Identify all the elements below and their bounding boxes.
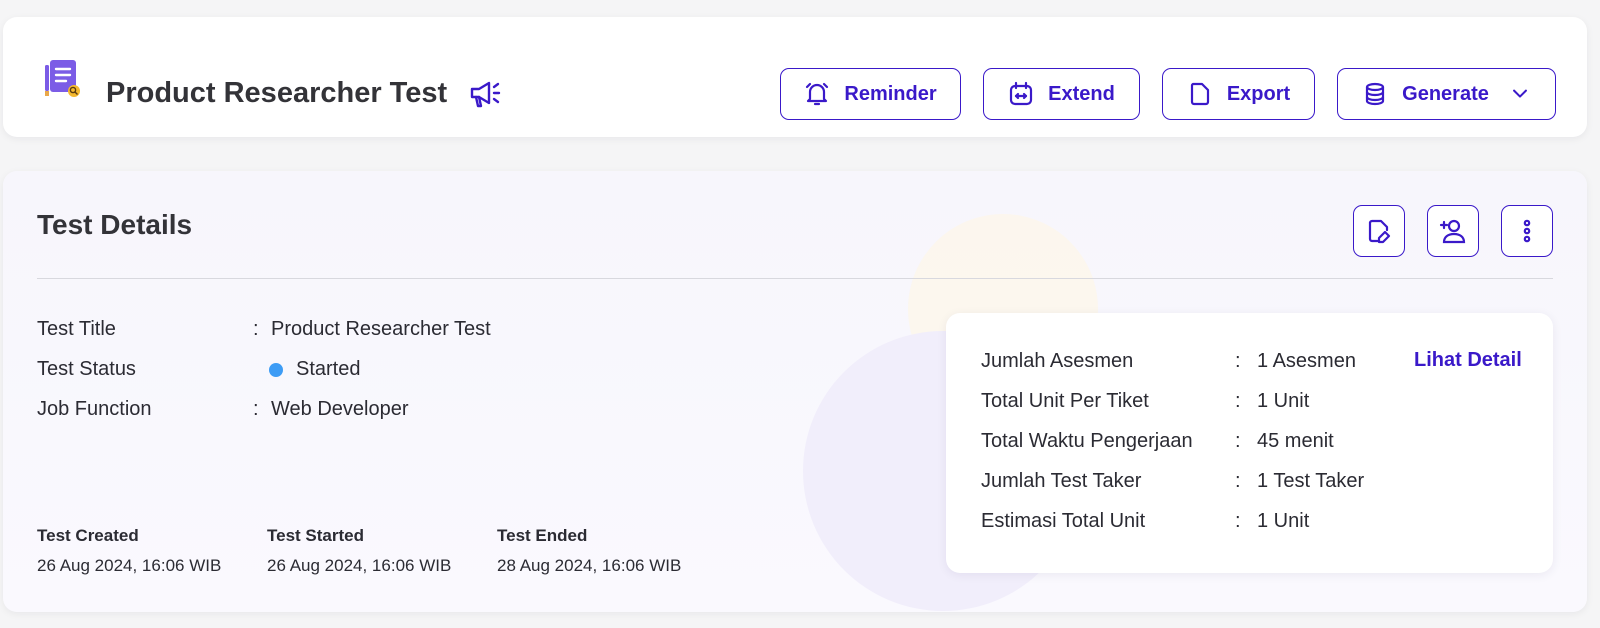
summary-label: Jumlah Test Taker — [981, 470, 1142, 492]
date-test-started: Test Started 26 Aug 2024, 16:06 WIB — [267, 526, 451, 576]
field-label: Test Status — [37, 358, 136, 380]
date-label: Test Created — [37, 526, 139, 545]
date-value: 26 Aug 2024, 16:06 WIB — [267, 556, 452, 575]
date-value: 26 Aug 2024, 16:06 WIB — [37, 556, 222, 575]
add-person-icon — [1439, 219, 1466, 244]
edit-document-icon — [1368, 219, 1391, 244]
calendar-icon — [1010, 81, 1033, 106]
summary-label: Total Waktu Pengerjaan — [981, 430, 1193, 452]
summary-colon: : — [1235, 510, 1241, 532]
summary-label: Estimasi Total Unit — [981, 510, 1146, 532]
summary-value: 1 Asesmen — [1257, 350, 1356, 372]
summary-colon: : — [1235, 470, 1241, 492]
reminder-label: Reminder — [844, 82, 937, 105]
summary-colon: : — [1235, 350, 1241, 372]
field-value: Web Developer — [271, 398, 409, 420]
export-button[interactable]: Export — [1162, 68, 1315, 120]
section-divider — [37, 278, 1553, 279]
summary-label: Total Unit Per Tiket — [981, 390, 1149, 412]
status-indicator — [269, 363, 283, 377]
megaphone-icon[interactable] — [469, 79, 501, 109]
date-label: Test Started — [267, 526, 364, 545]
field-value: Product Researcher Test — [271, 318, 491, 340]
summary-value: 1 Unit — [1257, 390, 1310, 412]
database-icon — [1366, 82, 1385, 106]
date-label: Test Ended — [497, 526, 588, 545]
section-title: Test Details — [37, 209, 193, 240]
document-icon — [45, 60, 80, 97]
summary-value: 1 Test Taker — [1257, 470, 1365, 492]
more-options-button[interactable] — [1501, 205, 1553, 257]
chevron-down-icon — [1512, 89, 1527, 98]
extend-button[interactable]: Extend — [983, 68, 1140, 120]
field-label: Job Function — [37, 398, 152, 420]
field-colon: : — [253, 398, 259, 420]
status-badge: Started — [296, 358, 361, 380]
extend-label: Extend — [1048, 82, 1115, 105]
summary-panel: Jumlah Asesmen : 1 Asesmen Lihat Detail … — [946, 313, 1553, 573]
more-vertical-icon — [1523, 219, 1531, 243]
add-test-taker-button[interactable] — [1427, 205, 1479, 257]
generate-label: Generate — [1402, 82, 1489, 105]
test-details-card: Test Details Test Title : Product Resear… — [3, 171, 1587, 612]
export-label: Export — [1226, 82, 1291, 105]
bell-icon — [806, 82, 829, 106]
view-detail-link[interactable]: Lihat Detail — [1414, 349, 1522, 372]
field-colon: : — [253, 318, 259, 340]
summary-label: Jumlah Asesmen — [981, 350, 1134, 372]
date-test-created: Test Created 26 Aug 2024, 16:06 WIB — [37, 526, 221, 576]
field-label: Test Title — [37, 318, 116, 340]
date-test-ended: Test Ended 28 Aug 2024, 16:06 WIB — [497, 526, 681, 576]
summary-colon: : — [1235, 390, 1241, 412]
edit-button[interactable] — [1353, 205, 1405, 257]
summary-value: 1 Unit — [1257, 510, 1310, 532]
reminder-button[interactable]: Reminder — [780, 68, 961, 120]
summary-value: 45 menit — [1257, 430, 1334, 452]
page-title: Product Researcher Test — [106, 77, 448, 109]
date-value: 28 Aug 2024, 16:06 WIB — [497, 556, 682, 575]
file-icon — [1190, 82, 1209, 106]
summary-colon: : — [1235, 430, 1241, 452]
generate-button[interactable]: Generate — [1337, 68, 1556, 120]
header-card: Product Researcher Test Reminder Extend … — [3, 17, 1587, 137]
